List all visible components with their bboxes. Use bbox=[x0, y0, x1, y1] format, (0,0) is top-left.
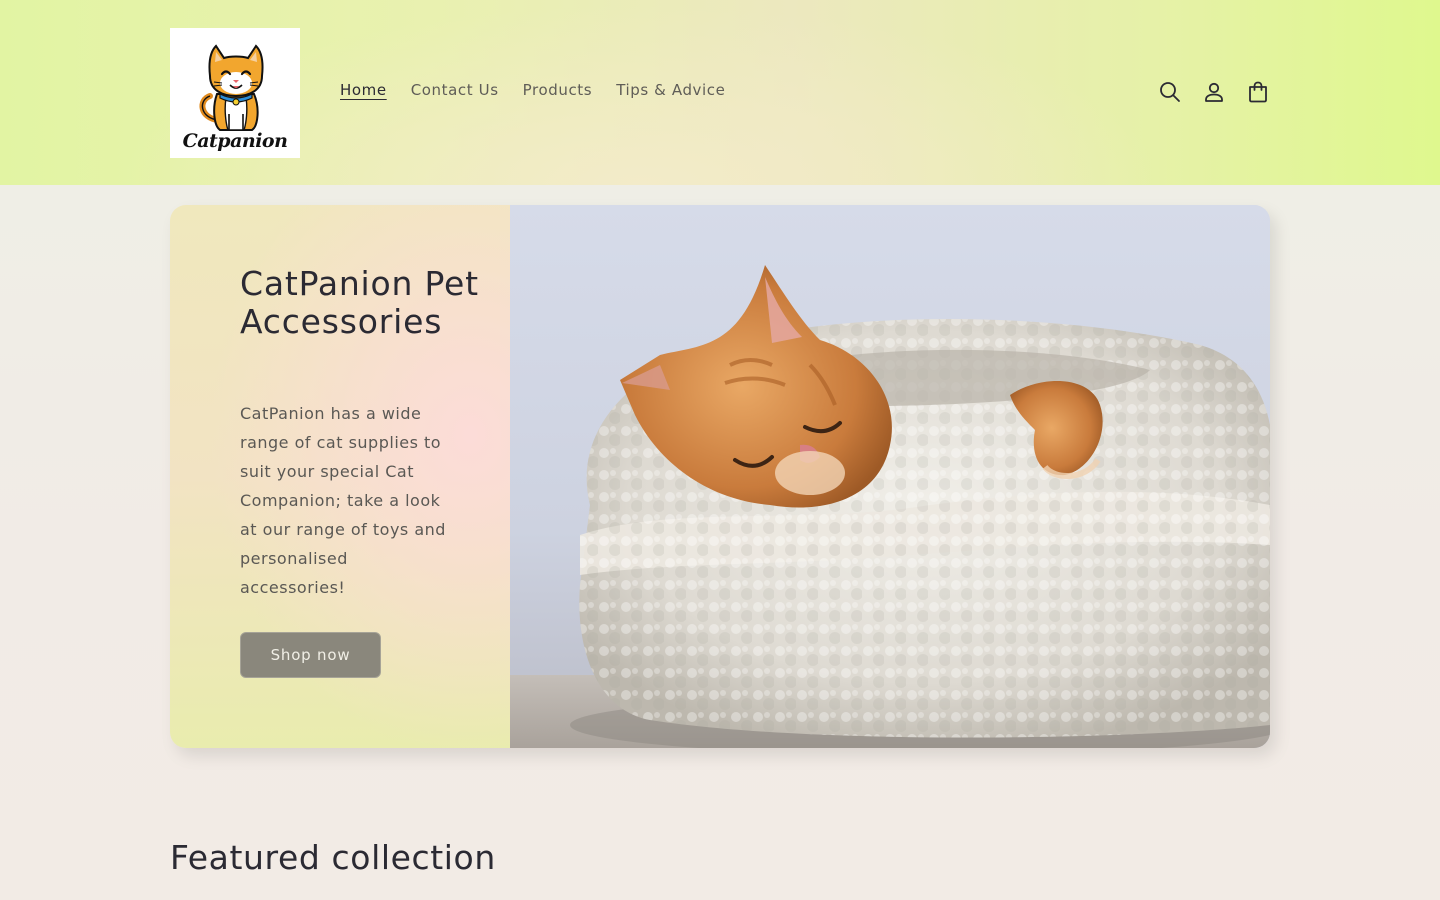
hero-title: CatPanion Pet Accessories bbox=[240, 264, 479, 341]
logo-text: Catpanion bbox=[182, 130, 288, 152]
hero-image bbox=[510, 205, 1270, 748]
site-header: Catpanion Home Contact Us Products Tips … bbox=[0, 0, 1440, 185]
hero-banner: CatPanion Pet Accessories CatPanion has … bbox=[170, 205, 1270, 748]
shop-now-button[interactable]: Shop now bbox=[240, 632, 381, 678]
main-nav: Home Contact Us Products Tips & Advice bbox=[340, 81, 749, 99]
search-icon[interactable] bbox=[1158, 80, 1182, 104]
nav-item-home[interactable]: Home bbox=[340, 81, 387, 99]
account-icon[interactable] bbox=[1202, 80, 1226, 104]
featured-collection-title: Featured collection bbox=[170, 838, 496, 877]
nav-item-contact-us[interactable]: Contact Us bbox=[411, 81, 499, 99]
site-logo[interactable]: Catpanion bbox=[170, 28, 300, 158]
hero-text-panel: CatPanion Pet Accessories CatPanion has … bbox=[170, 205, 510, 748]
header-icons bbox=[1158, 80, 1270, 104]
sleeping-cat-image bbox=[510, 205, 1270, 748]
cart-icon[interactable] bbox=[1246, 80, 1270, 104]
nav-item-products[interactable]: Products bbox=[523, 81, 593, 99]
nav-item-tips-advice[interactable]: Tips & Advice bbox=[616, 81, 725, 99]
hero-description: CatPanion has a wide range of cat suppli… bbox=[240, 404, 446, 597]
